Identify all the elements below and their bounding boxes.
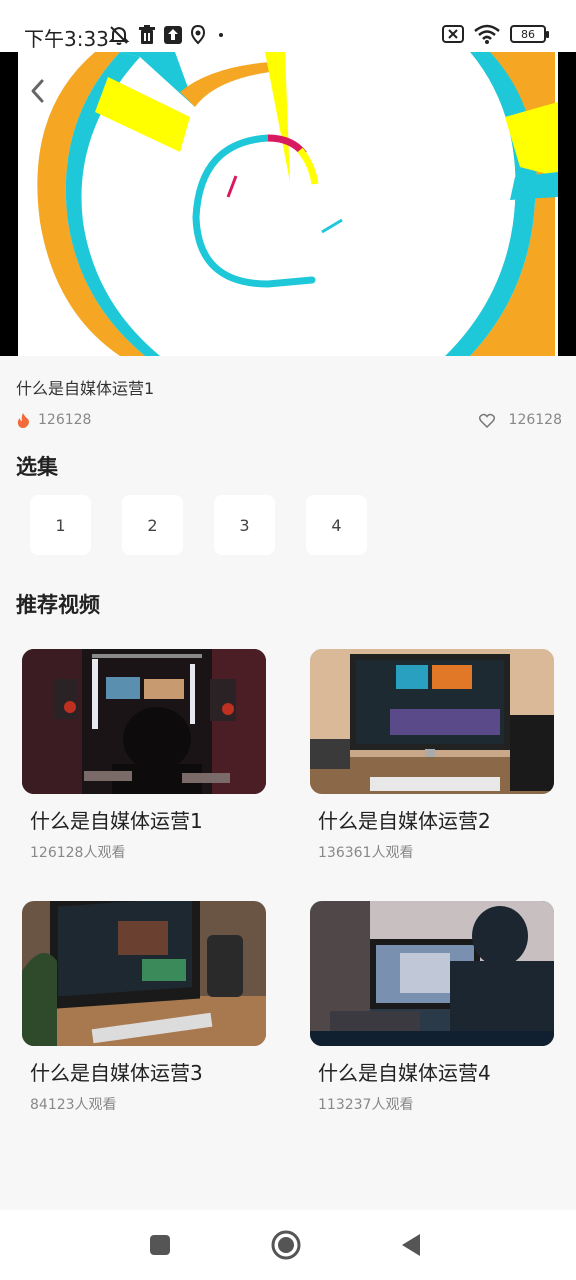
video-thumbnail[interactable] <box>22 649 266 794</box>
episodes-title: 选集 <box>16 455 58 479</box>
thumbnail-image <box>310 901 554 1046</box>
location-icon <box>190 25 206 45</box>
letterbox-left <box>0 52 18 356</box>
status-bar: 下午3:33 86 <box>0 0 576 52</box>
video-title: 什么是自媒体运营1 <box>16 379 155 398</box>
play-count-value: 126128 <box>38 412 92 428</box>
video-thumbnail[interactable] <box>22 901 266 1046</box>
video-thumbnail[interactable] <box>310 901 554 1046</box>
play-count: 126128 <box>16 412 91 428</box>
triangle-back-icon <box>402 1234 420 1256</box>
video-player[interactable] <box>0 52 576 356</box>
recommend-card[interactable]: 什么是自媒体运营3 84123人观看 <box>22 901 266 1113</box>
thumbnail-image <box>22 901 266 1046</box>
recommend-card-title: 什么是自媒体运营4 <box>318 1061 491 1085</box>
bell-muted-icon <box>108 24 130 46</box>
battery-icon: 86 <box>510 25 549 43</box>
recommend-card-views: 113237人观看 <box>318 1097 414 1113</box>
chevron-left-icon <box>31 79 44 103</box>
recommend-title: 推荐视频 <box>16 593 100 617</box>
video-stats-row: 126128 126128 <box>16 412 562 434</box>
letterbox-right <box>558 52 576 356</box>
circle-icon <box>271 1230 301 1260</box>
episode-list: 1 2 3 4 <box>30 495 367 555</box>
no-sim-icon <box>442 25 464 43</box>
recommend-card[interactable]: 什么是自媒体运营4 113237人观看 <box>310 901 554 1113</box>
episode-button[interactable]: 2 <box>122 495 183 555</box>
wifi-icon <box>474 24 500 44</box>
recommend-card-title: 什么是自媒体运营2 <box>318 809 491 833</box>
square-icon <box>150 1235 170 1255</box>
episode-button[interactable]: 4 <box>306 495 367 555</box>
video-thumbnail[interactable] <box>310 649 554 794</box>
recommend-card[interactable]: 什么是自媒体运营2 136361人观看 <box>310 649 554 861</box>
back-nav-button[interactable] <box>396 1230 426 1260</box>
status-left-icons <box>108 24 228 46</box>
status-right-icons: 86 <box>442 24 549 44</box>
recommend-card[interactable]: 什么是自媒体运营1 126128人观看 <box>22 649 266 861</box>
back-button[interactable] <box>26 76 50 106</box>
upload-icon <box>164 26 182 44</box>
recommend-card-views: 136361人观看 <box>318 845 414 861</box>
like-count-value: 126128 <box>508 412 562 428</box>
like-count[interactable]: 126128 <box>478 412 562 428</box>
trash-icon <box>138 25 156 45</box>
episode-button[interactable]: 3 <box>214 495 275 555</box>
system-nav-bar <box>0 1210 576 1280</box>
episode-button[interactable]: 1 <box>30 495 91 555</box>
thumbnail-image <box>310 649 554 794</box>
dot-icon <box>214 28 228 42</box>
recommend-card-views: 126128人观看 <box>30 845 126 861</box>
heart-icon[interactable] <box>478 413 495 428</box>
recent-apps-button[interactable] <box>145 1230 175 1260</box>
recommend-card-views: 84123人观看 <box>30 1097 117 1113</box>
recommend-card-title: 什么是自媒体运营1 <box>30 809 203 833</box>
fire-icon <box>17 413 29 428</box>
thumbnail-image <box>22 649 266 794</box>
video-frame-graphic <box>37 52 558 356</box>
status-time: 下午3:33 <box>24 27 109 51</box>
home-button[interactable] <box>271 1230 301 1260</box>
recommend-card-title: 什么是自媒体运营3 <box>30 1061 203 1085</box>
